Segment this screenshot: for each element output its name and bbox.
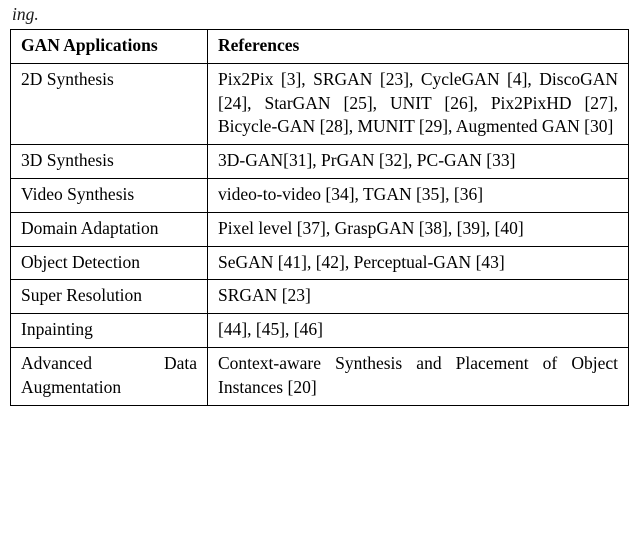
application-cell: 2D Synthesis bbox=[11, 63, 208, 144]
table-header-row: GAN Applications References bbox=[11, 30, 629, 64]
col-header-references: References bbox=[208, 30, 629, 64]
gan-applications-table: GAN Applications References 2D Synthesis… bbox=[10, 29, 629, 406]
application-cell: Advanced Data Augmentation bbox=[11, 347, 208, 405]
application-cell: Object Detection bbox=[11, 246, 208, 280]
table-row: Object Detection SeGAN [41], [42], Perce… bbox=[11, 246, 629, 280]
caption-fragment: ing. bbox=[12, 4, 632, 25]
application-cell: Video Synthesis bbox=[11, 178, 208, 212]
col-header-applications: GAN Applications bbox=[11, 30, 208, 64]
references-cell: Pixel level [37], GraspGAN [38], [39], [… bbox=[208, 212, 629, 246]
references-cell: [44], [45], [46] bbox=[208, 314, 629, 348]
references-cell: SeGAN [41], [42], Perceptual-GAN [43] bbox=[208, 246, 629, 280]
application-cell: Inpainting bbox=[11, 314, 208, 348]
references-cell: Pix2Pix [3], SRGAN [23], CycleGAN [4], D… bbox=[208, 63, 629, 144]
application-cell: Domain Adaptation bbox=[11, 212, 208, 246]
table-body: 2D Synthesis Pix2Pix [3], SRGAN [23], Cy… bbox=[11, 63, 629, 405]
table-row: 2D Synthesis Pix2Pix [3], SRGAN [23], Cy… bbox=[11, 63, 629, 144]
references-cell: SRGAN [23] bbox=[208, 280, 629, 314]
table-row: 3D Synthesis 3D-GAN[31], PrGAN [32], PC-… bbox=[11, 145, 629, 179]
table-row: Inpainting [44], [45], [46] bbox=[11, 314, 629, 348]
table-row: Super Resolution SRGAN [23] bbox=[11, 280, 629, 314]
references-cell: video-to-video [34], TGAN [35], [36] bbox=[208, 178, 629, 212]
application-cell: 3D Synthesis bbox=[11, 145, 208, 179]
references-cell: 3D-GAN[31], PrGAN [32], PC-GAN [33] bbox=[208, 145, 629, 179]
application-cell: Super Resolution bbox=[11, 280, 208, 314]
table-row: Advanced Data Augmentation Context-aware… bbox=[11, 347, 629, 405]
references-cell: Context-aware Synthesis and Placement of… bbox=[208, 347, 629, 405]
table-row: Domain Adaptation Pixel level [37], Gras… bbox=[11, 212, 629, 246]
table-row: Video Synthesis video-to-video [34], TGA… bbox=[11, 178, 629, 212]
